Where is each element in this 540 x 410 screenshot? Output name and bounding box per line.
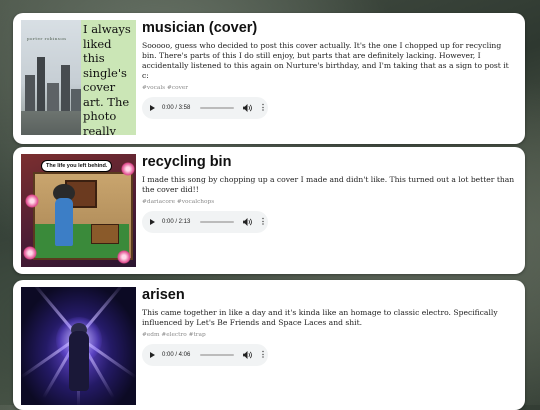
- play-icon[interactable]: [150, 219, 155, 225]
- post-description: I made this song by chopping up a cover …: [142, 175, 515, 194]
- post-tags: #vocals #cover: [142, 85, 189, 91]
- audio-progress-bar[interactable]: [200, 107, 234, 109]
- post-tags: #dariacore #vocalchops: [142, 199, 215, 205]
- volume-icon[interactable]: [243, 218, 252, 226]
- play-icon[interactable]: [150, 105, 155, 111]
- more-options-icon[interactable]: ⋮: [259, 351, 267, 359]
- audio-time: 0:00 / 2:13: [162, 219, 191, 225]
- audio-player[interactable]: 0:00 / 2:13 ⋮: [142, 211, 268, 233]
- audio-time: 0:00 / 3:58: [162, 105, 191, 111]
- more-options-icon[interactable]: ⋮: [259, 218, 267, 226]
- post-title: arisen: [142, 287, 185, 303]
- album-art: The life you left behind.: [21, 154, 136, 267]
- audio-progress-bar[interactable]: [200, 221, 234, 223]
- post-card: arisen This came together in like a day …: [13, 280, 525, 410]
- audio-time: 0:00 / 4:06: [162, 352, 191, 358]
- post-card: porter robinson I always liked this sing…: [13, 13, 525, 144]
- album-art-caption: I always liked this single's cover art. …: [83, 22, 131, 135]
- play-icon[interactable]: [150, 352, 155, 358]
- more-options-icon[interactable]: ⋮: [259, 104, 267, 112]
- album-art: [21, 287, 136, 405]
- speech-bubble: The life you left behind.: [41, 160, 113, 172]
- album-logo: porter robinson: [27, 36, 67, 41]
- audio-player[interactable]: 0:00 / 3:58 ⋮: [142, 97, 268, 119]
- audio-player[interactable]: 0:00 / 4:06 ⋮: [142, 344, 268, 366]
- post-title: recycling bin: [142, 154, 232, 170]
- audio-progress-bar[interactable]: [200, 354, 234, 356]
- post-description: Sooooo, guess who decided to post this c…: [142, 41, 509, 80]
- post-card: The life you left behind. recycling bin …: [13, 147, 525, 274]
- post-description: This came together in like a day and it'…: [142, 308, 498, 327]
- album-art: porter robinson I always liked this sing…: [21, 20, 136, 135]
- post-title: musician (cover): [142, 20, 258, 36]
- volume-icon[interactable]: [243, 351, 252, 359]
- post-tags: #edm #electro #trap: [142, 332, 206, 338]
- volume-icon[interactable]: [243, 104, 252, 112]
